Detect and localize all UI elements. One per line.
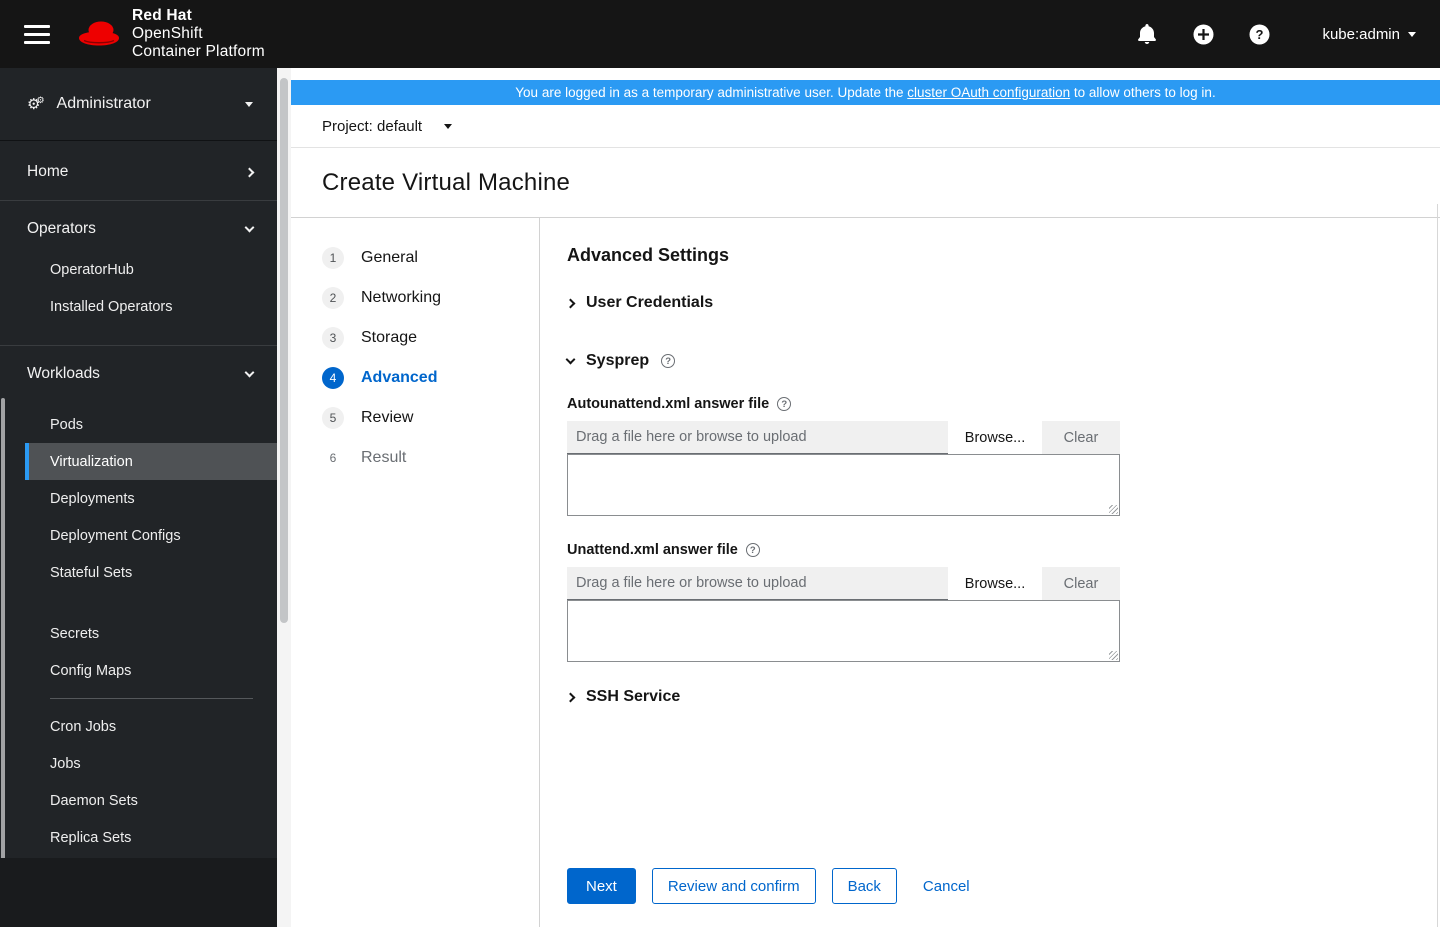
wizard-steps-nav: 1 General 2 Networking 3 Storage 4 Advan…	[291, 218, 540, 927]
chevron-down-icon	[244, 367, 255, 378]
user-menu[interactable]: kube:admin	[1322, 26, 1416, 43]
review-and-confirm-button[interactable]: Review and confirm	[651, 868, 816, 904]
page-title: Create Virtual Machine	[322, 168, 571, 196]
ssh-service-expandable[interactable]: SSH Service	[565, 688, 1440, 706]
resize-grip-icon[interactable]	[1109, 505, 1118, 514]
advanced-settings-heading: Advanced Settings	[567, 245, 730, 265]
autounattend-help-icon[interactable]: ?	[777, 397, 792, 411]
autounattend-dropzone[interactable]: Drag a file here or browse to upload	[567, 421, 948, 454]
sysprep-help-icon[interactable]: ?	[661, 354, 676, 368]
redhat-fedora-icon	[79, 21, 119, 45]
sidebar-section-operators[interactable]: Operators	[0, 207, 277, 251]
sidebar-item-operatorhub[interactable]: OperatorHub	[0, 251, 277, 288]
user-name: kube:admin	[1322, 25, 1400, 43]
project-value[interactable]: default	[377, 118, 422, 135]
autounattend-textarea[interactable]	[567, 454, 1120, 516]
app-launcher-icon[interactable]	[1080, 23, 1102, 45]
wizard-step-review[interactable]: 5 Review	[322, 398, 539, 438]
wizard-step-general[interactable]: 1 General	[322, 238, 539, 278]
sidebar-item-replica-sets[interactable]: Replica Sets	[0, 819, 277, 856]
sidebar-item-pods[interactable]: Pods	[0, 406, 277, 443]
sidebar-item-deployment-configs[interactable]: Deployment Configs	[0, 517, 277, 554]
sidebar-item-home[interactable]: Home	[0, 150, 277, 194]
sidebar-item-daemon-sets[interactable]: Daemon Sets	[0, 782, 277, 819]
unattend-file-upload: Drag a file here or browse to upload Bro…	[567, 567, 1120, 662]
sidebar-item-jobs[interactable]: Jobs	[0, 745, 277, 782]
sidebar-item-config-maps[interactable]: Config Maps	[0, 652, 277, 689]
cancel-button[interactable]: Cancel	[913, 868, 980, 904]
autounattend-field-label: Autounattend.xml answer file ?	[567, 396, 1440, 412]
wizard-step-advanced[interactable]: 4 Advanced	[322, 358, 539, 398]
divider	[50, 698, 253, 699]
unattend-help-icon[interactable]: ?	[745, 543, 760, 557]
notifications-bell-icon[interactable]	[1136, 23, 1158, 45]
chevron-right-icon	[565, 298, 576, 308]
perspective-switcher[interactable]: ⚙⚙ Administrator	[0, 68, 277, 141]
chevron-down-icon	[245, 101, 253, 107]
perspective-label: Administrator	[56, 95, 151, 112]
divider	[0, 345, 277, 346]
sidebar-item-installed-operators[interactable]: Installed Operators	[0, 288, 277, 325]
sidebar-item-secrets[interactable]: Secrets	[0, 615, 277, 652]
brand-logo: Red Hat OpenShift Container Platform	[76, 7, 265, 61]
svg-text:?: ?	[1255, 27, 1263, 42]
add-plus-circle-icon[interactable]	[1192, 23, 1214, 45]
divider	[0, 200, 277, 201]
content-scrollbar-track	[277, 68, 291, 927]
wizard-step-storage[interactable]: 3 Storage	[322, 318, 539, 358]
cogs-icon: ⚙⚙	[27, 95, 45, 113]
main-content: You are logged in as a temporary adminis…	[291, 68, 1440, 927]
wizard-step-content: Advanced Settings User Credentials Syspr…	[540, 218, 1440, 927]
sidebar-footer-area	[0, 858, 277, 927]
title-bar: Create Virtual Machine	[291, 148, 1440, 218]
project-bar: Project: default	[291, 105, 1440, 148]
sysprep-expandable[interactable]: Sysprep ?	[565, 352, 1440, 370]
content-scrollbar-thumb[interactable]	[280, 78, 288, 623]
autounattend-browse-button[interactable]: Browse...	[948, 421, 1042, 454]
project-label: Project:	[322, 117, 373, 135]
chevron-right-icon	[244, 167, 255, 177]
brand-text: Red Hat OpenShift Container Platform	[132, 7, 265, 60]
unattend-field-label: Unattend.xml answer file ?	[567, 542, 1440, 558]
sidebar-section-workloads[interactable]: Workloads	[0, 352, 277, 396]
unattend-textarea[interactable]	[567, 600, 1120, 662]
sidebar-item-deployments[interactable]: Deployments	[0, 480, 277, 517]
cluster-oauth-configuration-link[interactable]: cluster OAuth configuration	[907, 85, 1070, 100]
resize-grip-icon[interactable]	[1109, 651, 1118, 660]
next-button[interactable]: Next	[567, 868, 636, 904]
masthead: Red Hat OpenShift Container Platform ? k…	[0, 0, 1440, 68]
autounattend-file-upload: Drag a file here or browse to upload Bro…	[567, 421, 1120, 516]
chevron-down-icon	[1408, 31, 1416, 37]
chevron-right-icon	[565, 692, 576, 702]
nav-toggle-hamburger-icon[interactable]	[24, 24, 50, 44]
chevron-down-icon[interactable]	[444, 123, 453, 129]
login-info-banner: You are logged in as a temporary adminis…	[291, 80, 1440, 105]
unattend-dropzone[interactable]: Drag a file here or browse to upload	[567, 567, 948, 600]
back-button[interactable]: Back	[831, 868, 897, 904]
unattend-browse-button[interactable]: Browse...	[948, 567, 1042, 600]
wizard-footer: Next Review and confirm Back Cancel	[567, 868, 980, 904]
autounattend-clear-button[interactable]: Clear	[1042, 421, 1120, 454]
sidebar-item-cron-jobs[interactable]: Cron Jobs	[0, 708, 277, 745]
help-question-circle-icon[interactable]: ?	[1248, 23, 1270, 45]
unattend-clear-button[interactable]: Clear	[1042, 567, 1120, 600]
wizard-step-result: 6 Result	[329, 449, 407, 466]
wizard-step-networking[interactable]: 2 Networking	[322, 278, 539, 318]
sidebar-nav: ⚙⚙ Administrator Home Operators Operator…	[0, 68, 277, 927]
user-credentials-expandable[interactable]: User Credentials	[565, 294, 1440, 312]
chevron-down-icon	[565, 354, 576, 365]
sidebar-item-virtualization[interactable]: Virtualization	[25, 443, 277, 480]
sidebar-item-stateful-sets[interactable]: Stateful Sets	[0, 554, 277, 591]
chevron-down-icon	[244, 222, 255, 233]
